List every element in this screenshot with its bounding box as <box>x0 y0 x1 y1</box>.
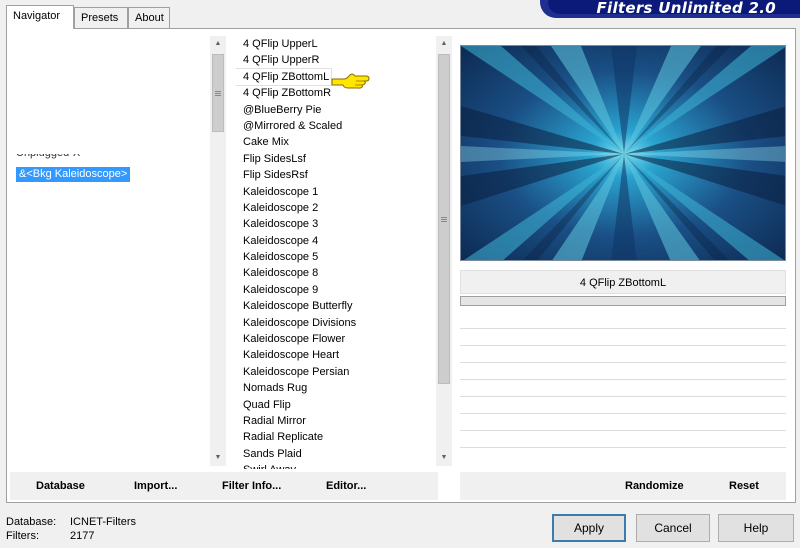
scroll-up-arrow-icon[interactable]: ▲ <box>436 36 452 52</box>
scroll-down-arrow-icon[interactable]: ▼ <box>210 450 226 466</box>
apply-button[interactable]: Apply <box>552 514 626 542</box>
filter-list-item-label: Kaleidoscope 5 <box>243 251 319 264</box>
right-action-bar: Randomize Reset <box>460 472 786 500</box>
parameter-slider[interactable] <box>460 296 786 306</box>
filter-list-item-label: 4 QFlip ZBottomL <box>236 68 332 86</box>
filter-list-item[interactable]: Kaleidoscope Heart <box>236 347 436 363</box>
filter-list-item-label: Kaleidoscope 8 <box>243 267 319 280</box>
filter-list-scrollbar[interactable]: ▲ ▼ <box>436 36 452 466</box>
filter-list-item-label: Quad Flip <box>243 398 291 411</box>
filter-list-item[interactable]: Kaleidoscope 8 <box>236 265 436 281</box>
filter-list-item[interactable]: Kaleidoscope 3 <box>236 216 436 232</box>
parameter-area <box>460 312 786 462</box>
import-button[interactable]: Import... <box>134 480 177 492</box>
filter-list-item-label: Cake Mix <box>243 136 289 149</box>
filter-list-item[interactable]: Nomads Rug <box>236 380 436 396</box>
filter-list-item[interactable]: Quad Flip <box>236 397 436 413</box>
filter-list-item-label: Kaleidoscope 2 <box>243 201 319 214</box>
filter-list-item[interactable]: 4 QFlip UpperR <box>236 52 436 68</box>
filter-list-item[interactable]: @BlueBerry Pie <box>236 102 436 118</box>
app-title: Filters Unlimited 2.0 <box>596 0 776 17</box>
filter-list-item-label: Flip SidesLsf <box>243 152 306 165</box>
category-list-item-selected[interactable]: &<Bkg Kaleidoscope> <box>16 167 131 182</box>
filter-list-item-label: Radial Replicate <box>243 431 324 444</box>
left-action-bar: Database Import... Filter Info... Editor… <box>10 472 438 500</box>
filter-list-item-label: 4 QFlip ZBottomR <box>243 87 332 100</box>
filter-list-item-label: 4 QFlip UpperL <box>243 38 318 50</box>
scroll-down-arrow-icon[interactable]: ▼ <box>436 450 452 466</box>
filter-list-item-label: Nomads Rug <box>243 382 308 395</box>
filter-list-item[interactable]: Kaleidoscope Divisions <box>236 315 436 331</box>
filter-list-item[interactable]: Swirl Away <box>236 462 436 469</box>
filter-list-item-label: Kaleidoscope 4 <box>243 234 319 247</box>
filter-list-item-label: Kaleidoscope Butterfly <box>243 300 353 313</box>
filter-info-button[interactable]: Filter Info... <box>222 480 281 492</box>
database-button[interactable]: Database <box>36 480 85 492</box>
selected-filter-name: 4 QFlip ZBottomL <box>460 270 786 294</box>
filter-list-item-label: Kaleidoscope 9 <box>243 283 319 296</box>
tab-navigator[interactable]: Navigator <box>6 5 74 29</box>
filter-list-item[interactable]: Kaleidoscope Flower <box>236 331 436 347</box>
scroll-up-arrow-icon[interactable]: ▲ <box>210 36 226 52</box>
filter-list-item[interactable]: Flip SidesLsf <box>236 151 436 167</box>
category-list-item-partial: Unplugged-X <box>16 154 96 160</box>
filter-list-item[interactable]: @Mirrored & Scaled <box>236 118 436 134</box>
tab-about[interactable]: About <box>128 7 170 28</box>
filter-list-item-label: Swirl Away <box>236 462 296 469</box>
filters-count-label: Filters: <box>6 530 39 542</box>
filter-list-item[interactable]: Kaleidoscope Butterfly <box>236 298 436 314</box>
filter-list-item-label: Kaleidoscope Persian <box>243 365 350 378</box>
filter-list-item[interactable]: Flip SidesRsf <box>236 167 436 183</box>
tab-presets[interactable]: Presets <box>74 7 128 28</box>
randomize-button[interactable]: Randomize <box>625 480 684 492</box>
filter-list[interactable]: 4 QFlip UpperL 4 QFlip UpperR 4 QFlip ZBot… <box>236 36 436 469</box>
scrollbar-thumb[interactable] <box>438 54 450 384</box>
app-title-banner: Filters Unlimited 2.0 <box>540 0 800 18</box>
reset-button[interactable]: Reset <box>729 480 759 492</box>
filter-list-item-label: 4 QFlip UpperR <box>243 54 320 67</box>
filter-list-item-label: Flip SidesRsf <box>243 169 308 182</box>
help-button[interactable]: Help <box>718 514 794 542</box>
filter-list-item-label: Kaleidoscope 3 <box>243 218 319 231</box>
filter-list-item-label: @Mirrored & Scaled <box>243 119 343 132</box>
filter-list-item[interactable]: Kaleidoscope 5 <box>236 249 436 265</box>
filter-list-item[interactable]: Kaleidoscope 4 <box>236 233 436 249</box>
filter-list-item[interactable]: Kaleidoscope Persian <box>236 364 436 380</box>
filter-list-item[interactable]: Kaleidoscope 1 <box>236 184 436 200</box>
editor-button[interactable]: Editor... <box>326 480 366 492</box>
filter-list-item-label: Kaleidoscope Divisions <box>243 316 357 329</box>
scrollbar-thumb[interactable] <box>212 54 224 132</box>
filter-list-item-label: Kaleidoscope Heart <box>243 349 340 362</box>
filter-list-item-label: Kaleidoscope Flower <box>243 333 346 346</box>
filter-list-item[interactable]: Radial Replicate <box>236 429 436 445</box>
filter-list-item[interactable]: Sands Plaid <box>236 446 436 462</box>
filter-list-item[interactable]: Cake Mix <box>236 134 436 150</box>
database-status-value: ICNET-Filters <box>70 516 136 528</box>
filters-count-value: 2177 <box>70 530 95 542</box>
category-list-scrollbar[interactable]: ▲ ▼ <box>210 36 226 466</box>
category-list[interactable] <box>10 38 210 466</box>
cancel-button[interactable]: Cancel <box>636 514 710 542</box>
filter-list-item-label: @BlueBerry Pie <box>243 103 322 116</box>
filter-list-item-label: Sands Plaid <box>243 447 302 460</box>
filter-list-item-label: Radial Mirror <box>243 414 306 427</box>
filter-preview-image <box>460 45 786 261</box>
database-status-label: Database: <box>6 516 57 528</box>
filter-list-item[interactable]: Radial Mirror <box>236 413 436 429</box>
filter-list-item-label: Kaleidoscope 1 <box>243 185 319 198</box>
pointing-hand-icon <box>331 73 370 89</box>
filter-list-item[interactable]: 4 QFlip UpperL <box>236 36 436 52</box>
filter-list-item[interactable]: Kaleidoscope 2 <box>236 200 436 216</box>
filter-list-item[interactable]: Kaleidoscope 9 <box>236 282 436 298</box>
